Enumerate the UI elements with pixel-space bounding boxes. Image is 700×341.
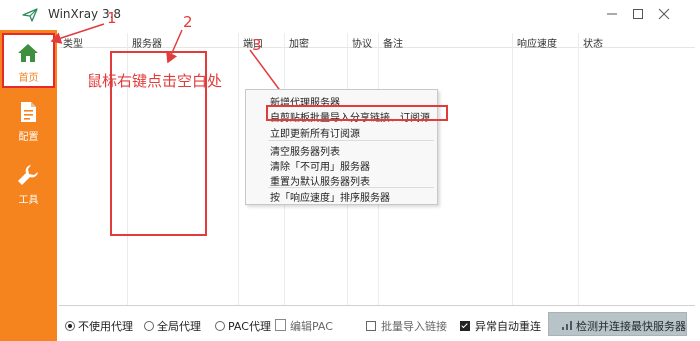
- sidebar: 首页 配置 工具: [0, 30, 57, 341]
- sidebar-item-tools[interactable]: 工具: [0, 155, 57, 211]
- column-divider: [578, 33, 579, 305]
- column-divider: [238, 33, 239, 305]
- radio-no-proxy[interactable]: 不使用代理: [65, 318, 133, 334]
- column-header-protocol[interactable]: 协议: [352, 35, 372, 50]
- document-icon: [21, 102, 36, 122]
- paper-plane-icon: [22, 8, 38, 22]
- edit-icon: [275, 319, 286, 331]
- home-icon: [18, 44, 38, 62]
- radio-icon: [215, 321, 225, 331]
- close-icon[interactable]: [653, 4, 675, 24]
- bottom-bar: 不使用代理 全局代理 PAC代理 编辑PAC 批量导入链接 异常自动重连 检测并…: [59, 309, 700, 341]
- menu-item-clear-servers[interactable]: 清空服务器列表: [270, 143, 340, 158]
- wrench-icon: [18, 165, 38, 185]
- column-header-type[interactable]: 类型: [63, 35, 83, 50]
- column-header-status[interactable]: 状态: [583, 35, 603, 50]
- sidebar-item-label: 首页: [18, 73, 39, 84]
- title-bar: WinXray 3.8: [0, 0, 700, 30]
- annotation-step-2: 2: [183, 13, 193, 31]
- auto-reconnect-checkbox[interactable]: 异常自动重连: [460, 318, 541, 334]
- detect-fastest-server-button[interactable]: 检测并连接最快服务器: [548, 312, 687, 336]
- radio-pac-proxy[interactable]: PAC代理: [215, 318, 271, 334]
- column-header-response-speed[interactable]: 响应速度: [517, 35, 557, 50]
- annotation-instruction: 鼠标右键点击空白处: [87, 72, 223, 90]
- sidebar-item-label: 工具: [18, 195, 39, 206]
- radio-global-proxy[interactable]: 全局代理: [144, 318, 201, 334]
- sidebar-item-config[interactable]: 配置: [0, 92, 57, 148]
- menu-separator: [268, 140, 434, 141]
- radio-selected-icon: [65, 321, 75, 331]
- maximize-icon[interactable]: [627, 4, 649, 24]
- radio-icon: [144, 321, 154, 331]
- menu-item-update-subscriptions[interactable]: 立即更新所有订阅源: [270, 125, 360, 140]
- menu-separator: [268, 187, 434, 188]
- column-header-remark[interactable]: 备注: [383, 35, 403, 50]
- edit-pac-button[interactable]: 编辑PAC: [275, 318, 333, 334]
- menu-item-reset-defaults[interactable]: 重置为默认服务器列表: [270, 173, 370, 188]
- menu-item-remove-unavailable[interactable]: 清除「不可用」服务器: [270, 158, 370, 173]
- signal-bars-icon: [562, 321, 572, 330]
- minimize-icon[interactable]: [601, 4, 623, 24]
- table-border: [59, 305, 695, 306]
- batch-import-checkbox[interactable]: 批量导入链接: [366, 318, 447, 334]
- checkbox-icon: [366, 321, 376, 331]
- column-header-encryption[interactable]: 加密: [289, 35, 309, 50]
- menu-item-sort-by-speed[interactable]: 按「响应速度」排序服务器: [270, 189, 390, 204]
- server-table-header: 类型 服务器 端口 加密 协议 备注 响应速度 状态: [59, 33, 695, 50]
- checkbox-checked-icon: [460, 321, 470, 331]
- sidebar-item-label: 配置: [18, 132, 39, 143]
- column-header-server[interactable]: 服务器: [132, 35, 162, 50]
- annotation-step-3: 3: [252, 36, 262, 54]
- column-divider: [512, 33, 513, 305]
- sidebar-item-home[interactable]: 首页: [2, 33, 55, 88]
- annotation-step-1: 1: [107, 9, 117, 27]
- annotation-highlight-box: [266, 105, 448, 121]
